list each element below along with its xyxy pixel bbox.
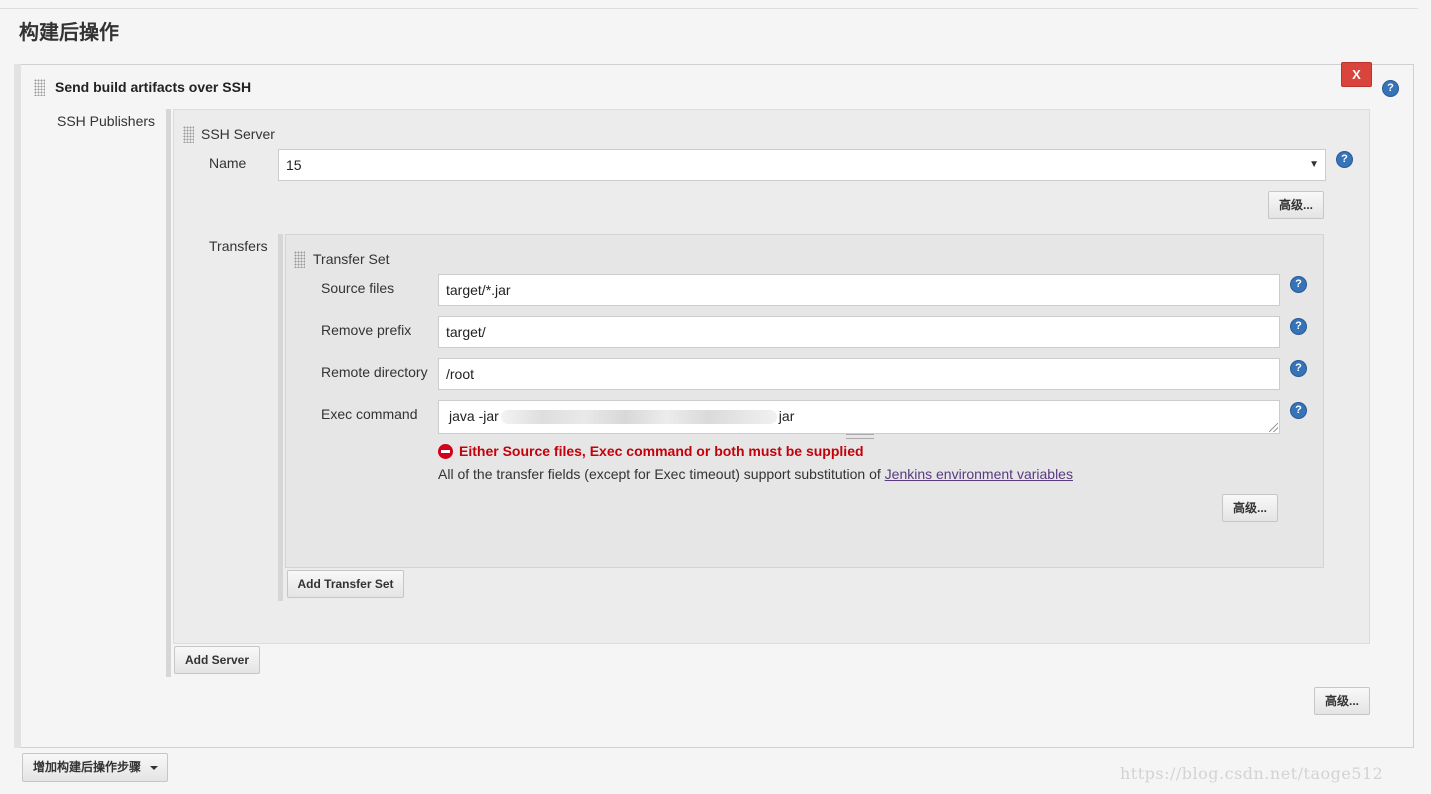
add-post-build-step-label: 增加构建后操作步骤	[33, 760, 142, 774]
add-server-button[interactable]: Add Server	[174, 646, 260, 674]
drag-handle-icon[interactable]	[34, 79, 45, 96]
build-step-title: Send build artifacts over SSH	[55, 79, 252, 95]
validation-error-message: Either Source files, Exec command or bot…	[459, 443, 864, 459]
ssh-publishers-label: SSH Publishers	[57, 113, 156, 129]
watermark: https://blog.csdn.net/taoge512	[1120, 764, 1384, 783]
transfer-advanced-button[interactable]: 高级...	[1222, 494, 1278, 522]
exec-command-prefix: java -jar	[449, 408, 499, 424]
ssh-server-title: SSH Server	[201, 126, 275, 142]
substitution-info-prefix: All of the transfer fields (except for E…	[438, 466, 885, 482]
help-icon[interactable]: ?	[1290, 318, 1307, 335]
remote-directory-input[interactable]: /root	[438, 358, 1280, 390]
top-divider	[0, 8, 1418, 9]
exec-command-label: Exec command	[321, 406, 418, 422]
chevron-down-icon	[150, 766, 159, 770]
help-icon[interactable]: ?	[1290, 276, 1307, 293]
help-icon[interactable]: ?	[1290, 360, 1307, 377]
delete-step-button[interactable]: X	[1341, 62, 1372, 87]
remove-prefix-label: Remove prefix	[321, 322, 412, 338]
drag-handle-icon[interactable]	[294, 251, 305, 268]
transfers-indent-bar	[278, 234, 283, 601]
server-name-select[interactable]: 15 ▼	[278, 149, 1326, 181]
add-post-build-step-button[interactable]: 增加构建后操作步骤	[22, 753, 169, 782]
name-label: Name	[209, 155, 247, 171]
textarea-expand-handle[interactable]	[846, 434, 874, 439]
add-transfer-set-button[interactable]: Add Transfer Set	[287, 570, 404, 598]
resize-grip-icon[interactable]	[1269, 423, 1278, 432]
server-name-value: 15	[286, 157, 302, 173]
transfers-label: Transfers	[209, 238, 268, 254]
build-step-drag-bar[interactable]	[14, 64, 21, 748]
exec-command-textarea[interactable]: java -jar jar	[438, 400, 1280, 434]
error-icon	[438, 444, 453, 459]
dropdown-arrow-icon: ▼	[1309, 159, 1319, 170]
server-advanced-button[interactable]: 高级...	[1268, 191, 1324, 219]
step-advanced-button[interactable]: 高级...	[1314, 687, 1370, 715]
publishers-indent-bar	[166, 109, 171, 677]
remote-directory-label: Remote directory	[321, 364, 428, 380]
help-icon[interactable]: ?	[1290, 402, 1307, 419]
remove-prefix-input[interactable]: target/	[438, 316, 1280, 348]
exec-command-suffix: jar	[778, 408, 795, 424]
jenkins-env-vars-link[interactable]: Jenkins environment variables	[885, 466, 1073, 482]
help-icon[interactable]: ?	[1336, 151, 1353, 168]
section-title: 构建后操作	[19, 22, 119, 44]
source-files-label: Source files	[321, 280, 395, 296]
redacted-text	[500, 410, 777, 425]
transfer-set-title: Transfer Set	[313, 251, 390, 267]
substitution-info-text: All of the transfer fields (except for E…	[438, 466, 1073, 482]
help-icon[interactable]: ?	[1382, 80, 1399, 97]
drag-handle-icon[interactable]	[183, 126, 194, 143]
source-files-input[interactable]: target/*.jar	[438, 274, 1280, 306]
